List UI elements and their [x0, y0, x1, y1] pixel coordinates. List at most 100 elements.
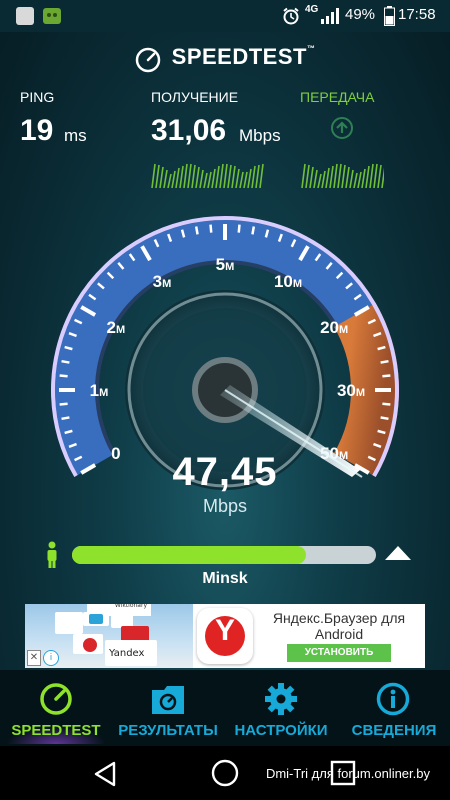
activity-bar: [167, 173, 172, 188]
server-location-icon: [385, 546, 411, 560]
ad-image: Wiktionary Yandex ✕ i: [25, 604, 193, 668]
nav-results-label: РЕЗУЛЬТАТЫ: [118, 722, 218, 739]
gauge-tick: [61, 416, 70, 421]
nav-speedtest-label: SPEEDTEST: [11, 722, 101, 739]
current-speed-unit: Mbps: [202, 496, 247, 516]
activity-bar: [377, 164, 382, 188]
activity-bar: [191, 164, 196, 188]
activity-bar: [207, 171, 212, 188]
download-label: ПОЛУЧЕНИЕ: [151, 89, 239, 105]
activity-bar: [255, 164, 260, 188]
person-icon: [47, 541, 57, 568]
activity-bar: [155, 164, 160, 188]
activity-bar: [179, 165, 184, 188]
gauge-tick: [194, 226, 199, 235]
gauge-tick: [59, 374, 68, 378]
activity-bar: [325, 167, 330, 188]
ad-install-button[interactable]: УСТАНОВИТЬ: [287, 644, 391, 662]
nav-speedtest[interactable]: SPEEDTEST: [0, 670, 112, 746]
activity-bar: [365, 165, 370, 188]
activity-bar: [199, 169, 204, 188]
ping-unit: ms: [64, 126, 87, 145]
gauge-tick: [209, 224, 213, 233]
activity-bar: [369, 163, 374, 188]
activity-bar: [219, 163, 224, 188]
nav-results[interactable]: РЕЗУЛЬТАТЫ: [112, 670, 224, 746]
results-folder-icon: [152, 686, 184, 714]
test-progress-bar: [72, 546, 376, 564]
activity-bar: [259, 163, 264, 188]
upload-activity-graph: [301, 163, 384, 188]
ad-title-line1: Яндекс.Браузер для: [272, 610, 406, 626]
bottom-nav: SPEEDTEST РЕЗУЛЬТАТЫ НАСТРОЙКИ СВЕДЕНИЯ: [0, 670, 450, 746]
ad-logo-letter: Y: [214, 614, 235, 647]
activity-bar: [381, 167, 384, 188]
activity-bar: [247, 168, 252, 188]
activity-bar: [151, 163, 156, 188]
activity-bar: [239, 171, 244, 188]
ad-close-icon[interactable]: ✕: [27, 650, 41, 666]
yandex-browser-logo: Y: [197, 608, 253, 664]
gauge-tick: [380, 416, 389, 421]
home-icon[interactable]: [210, 758, 240, 788]
ad-info-icon[interactable]: i: [43, 650, 59, 666]
activity-bar: [313, 169, 318, 188]
gauge-tick: [237, 224, 241, 233]
ping-label: PING: [20, 89, 55, 105]
gear-icon: [265, 683, 297, 715]
activity-bar: [301, 163, 306, 188]
gauge-label: 2M: [107, 318, 126, 337]
current-speed-value: 47,45: [172, 450, 278, 494]
ping-value: 19: [20, 114, 54, 147]
ad-yandex-label: Yandex: [109, 648, 145, 659]
speedometer-logo-icon: [135, 47, 160, 72]
activity-bar: [341, 164, 346, 188]
status-bar: 4G 49% 17:58: [0, 0, 450, 32]
gauge-tick: [61, 359, 70, 364]
alarm-icon: [283, 7, 299, 25]
upload-label: ПЕРЕДАЧА: [300, 89, 375, 105]
gauge-tick: [59, 402, 68, 406]
nfc-icon: [16, 7, 34, 25]
gauge-tick: [382, 402, 391, 406]
clock: 17:58: [398, 6, 436, 23]
nav-info[interactable]: СВЕДЕНИЯ: [338, 670, 450, 746]
watermark: Dmi-Tri для forum.onliner.by: [265, 766, 430, 781]
activity-bar: [231, 165, 236, 188]
info-icon: [376, 682, 410, 716]
back-icon[interactable]: [92, 760, 120, 788]
activity-bar: [329, 165, 334, 188]
upload-arrow-icon: [331, 117, 353, 139]
nav-settings[interactable]: НАСТРОЙКИ: [224, 670, 338, 746]
download-unit: Mbps: [239, 126, 281, 145]
activity-bar: [171, 170, 176, 188]
activity-bar: [251, 165, 256, 188]
activity-bar: [361, 168, 366, 188]
speedometer-icon: [40, 683, 72, 715]
activity-bar: [211, 168, 216, 188]
activity-bar: [337, 163, 342, 188]
activity-bar: [305, 164, 310, 188]
activity-bar: [349, 169, 354, 188]
activity-bar: [373, 163, 378, 188]
download-value: 31,06: [151, 114, 227, 147]
ad-banner[interactable]: Wiktionary Yandex ✕ i Y Яндекс.Браузер д…: [25, 604, 425, 668]
server-name[interactable]: Minsk: [0, 570, 450, 588]
nav-info-label: СВЕДЕНИЯ: [351, 722, 437, 739]
battery-percent: 49%: [345, 6, 376, 23]
activity-bar: [187, 163, 192, 188]
activity-bar: [195, 166, 200, 188]
gauge-tick: [380, 359, 389, 364]
activity-bar: [357, 171, 362, 188]
activity-bar: [215, 165, 220, 188]
app-header: SPEEDTEST™: [0, 44, 450, 73]
activity-bar: [243, 171, 248, 188]
android-robot-icon: [43, 8, 61, 24]
activity-bar: [333, 163, 338, 188]
activity-bar: [175, 167, 180, 188]
download-activity-graph: [151, 163, 264, 188]
activity-bar: [321, 170, 326, 188]
activity-bar: [223, 163, 228, 188]
nav-settings-label: НАСТРОЙКИ: [234, 722, 328, 739]
app-title: SPEEDTEST™: [171, 44, 316, 69]
